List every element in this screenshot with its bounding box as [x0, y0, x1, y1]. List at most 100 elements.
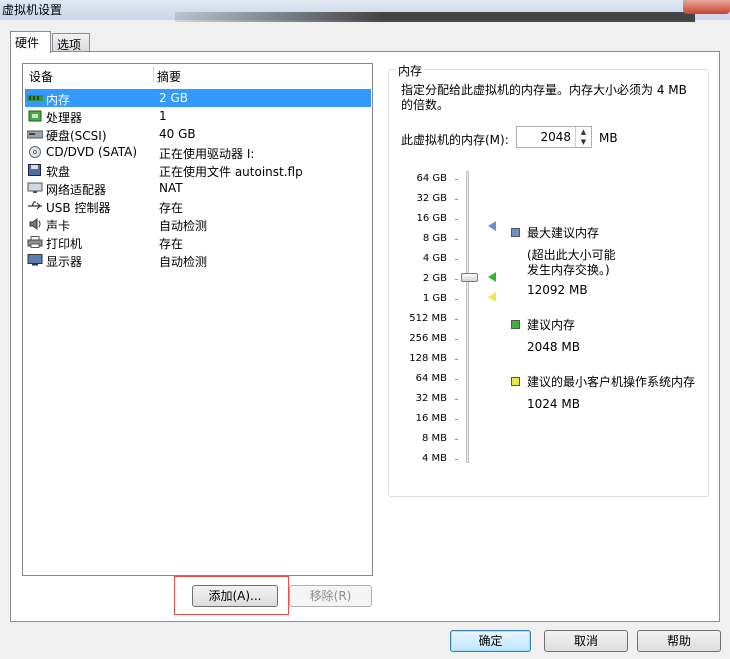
- device-summary: 正在使用文件 autoinst.flp: [159, 165, 303, 179]
- scale-label: 8 MB: [421, 433, 447, 444]
- scale-label: 1 GB: [422, 293, 447, 304]
- max-memory-note-1: (超出此大小可能: [527, 248, 616, 262]
- max-memory-swatch-icon: [511, 228, 520, 237]
- scale-tick: [455, 359, 458, 360]
- memory-spinbox[interactable]: 2048 ▲ ▼: [516, 126, 592, 148]
- cd-dvd-icon: [27, 146, 42, 158]
- scale-tick: [455, 259, 458, 260]
- scale-label: 2 GB: [422, 273, 447, 284]
- scale-label: 512 MB: [409, 313, 447, 324]
- device-summary: 存在: [159, 237, 184, 251]
- scale-label: 4 GB: [422, 253, 447, 264]
- scale-tick: [455, 219, 458, 220]
- device-summary: 正在使用驱动器 I:: [159, 147, 255, 161]
- device-name: USB 控制器: [46, 201, 111, 215]
- scale-tick: [455, 279, 458, 280]
- device-summary: 1: [159, 109, 167, 123]
- sound-card-icon: [27, 218, 42, 230]
- list-item-network-adapter[interactable]: 网络适配器 NAT: [25, 179, 371, 197]
- processor-icon: [27, 110, 42, 122]
- help-button[interactable]: 帮助: [637, 630, 721, 652]
- device-name: 显示器: [46, 255, 83, 269]
- device-list[interactable]: 设备 摘要 内存 2 GB 处理器 1 硬盘(SCSI) 40 GB CD/DV…: [22, 63, 373, 576]
- scale-tick: [455, 239, 458, 240]
- scale-label: 16 MB: [415, 413, 447, 424]
- device-name: 打印机: [46, 237, 83, 251]
- list-item-display[interactable]: 显示器 自动检测: [25, 251, 371, 269]
- spin-up-icon[interactable]: ▲: [576, 127, 591, 137]
- minimum-memory-title: 建议的最小客户机操作系统内存: [527, 375, 696, 389]
- scale-tick: [455, 459, 458, 460]
- memory-unit: MB: [599, 131, 618, 145]
- column-separator[interactable]: [153, 66, 154, 82]
- device-name: CD/DVD (SATA): [46, 145, 138, 159]
- max-memory-title: 最大建议内存: [527, 226, 600, 240]
- list-item-printer[interactable]: 打印机 存在: [25, 233, 371, 251]
- max-memory-marker-icon: [488, 221, 496, 231]
- scale-label: 256 MB: [409, 333, 447, 344]
- memory-slider-track[interactable]: [466, 171, 469, 463]
- list-item-floppy[interactable]: 软盘 正在使用文件 autoinst.flp: [25, 161, 371, 179]
- scale-label: 4 MB: [421, 453, 447, 464]
- memory-value[interactable]: 2048: [540, 130, 571, 144]
- network-adapter-icon: [27, 182, 43, 194]
- tab-hardware[interactable]: 硬件: [10, 31, 51, 53]
- scale-tick: [455, 379, 458, 380]
- window-title: 虚拟机设置: [2, 3, 63, 17]
- device-name: 处理器: [46, 111, 83, 125]
- ok-button[interactable]: 确定: [450, 630, 531, 652]
- device-name: 内存: [46, 93, 71, 107]
- recommended-memory-marker-icon: [488, 272, 496, 282]
- scale-tick: [455, 419, 458, 420]
- column-header-summary[interactable]: 摘要: [157, 68, 181, 85]
- list-item-cd-dvd[interactable]: CD/DVD (SATA) 正在使用驱动器 I:: [25, 143, 371, 161]
- list-item-hard-disk[interactable]: 硬盘(SCSI) 40 GB: [25, 125, 371, 143]
- device-name: 硬盘(SCSI): [46, 129, 107, 143]
- device-summary: 2 GB: [159, 91, 188, 105]
- usb-icon: [27, 200, 42, 212]
- device-summary: 存在: [159, 201, 184, 215]
- close-button[interactable]: [683, 0, 730, 14]
- printer-icon: [27, 236, 43, 248]
- column-header-device[interactable]: 设备: [29, 68, 53, 85]
- list-item-memory[interactable]: 内存 2 GB: [25, 89, 371, 107]
- remove-button[interactable]: 移除(R): [289, 585, 372, 607]
- device-summary: 自动检测: [159, 255, 208, 269]
- device-list-header: 设备 摘要: [23, 64, 372, 84]
- add-button[interactable]: 添加(A)...: [192, 585, 278, 607]
- cancel-button[interactable]: 取消: [544, 630, 628, 652]
- scale-tick: [455, 399, 458, 400]
- memory-scale: 64 GB 32 GB 16 GB 8 GB 4 GB 2 GB 1 GB 51…: [400, 0, 460, 659]
- list-item-sound-card[interactable]: 声卡 自动检测: [25, 215, 371, 233]
- list-item-processor[interactable]: 处理器 1: [25, 107, 371, 125]
- list-item-usb-controller[interactable]: USB 控制器 存在: [25, 197, 371, 215]
- scale-tick: [455, 439, 458, 440]
- scale-label: 8 GB: [422, 233, 447, 244]
- scale-tick: [455, 299, 458, 300]
- device-name: 声卡: [46, 219, 71, 233]
- title-bar: 虚拟机设置: [0, 0, 730, 22]
- scale-label: 32 GB: [416, 193, 447, 204]
- scale-label: 32 MB: [415, 393, 447, 404]
- device-name: 软盘: [46, 165, 71, 179]
- tab-hardware-label: 硬件: [15, 36, 40, 50]
- minimum-memory-swatch-icon: [511, 377, 520, 386]
- max-memory-value: 12092 MB: [527, 283, 588, 297]
- spinbox-arrows: ▲ ▼: [575, 127, 591, 147]
- hard-disk-icon: [26, 128, 44, 140]
- max-memory-note-2: 发生内存交换。): [527, 263, 610, 277]
- scale-label: 64 MB: [415, 373, 447, 384]
- spin-down-icon[interactable]: ▼: [576, 137, 591, 147]
- device-summary: 自动检测: [159, 219, 208, 233]
- scale-tick: [455, 319, 458, 320]
- device-summary: NAT: [159, 181, 183, 195]
- memory-icon: [27, 92, 43, 104]
- device-summary: 40 GB: [159, 127, 196, 141]
- scale-label: 128 MB: [409, 353, 447, 364]
- device-name: 网络适配器: [46, 183, 107, 197]
- recommended-memory-value: 2048 MB: [527, 340, 580, 354]
- memory-slider-thumb[interactable]: [461, 273, 478, 282]
- display-icon: [27, 254, 43, 266]
- scale-tick: [455, 199, 458, 200]
- tab-options[interactable]: 选项: [52, 33, 90, 52]
